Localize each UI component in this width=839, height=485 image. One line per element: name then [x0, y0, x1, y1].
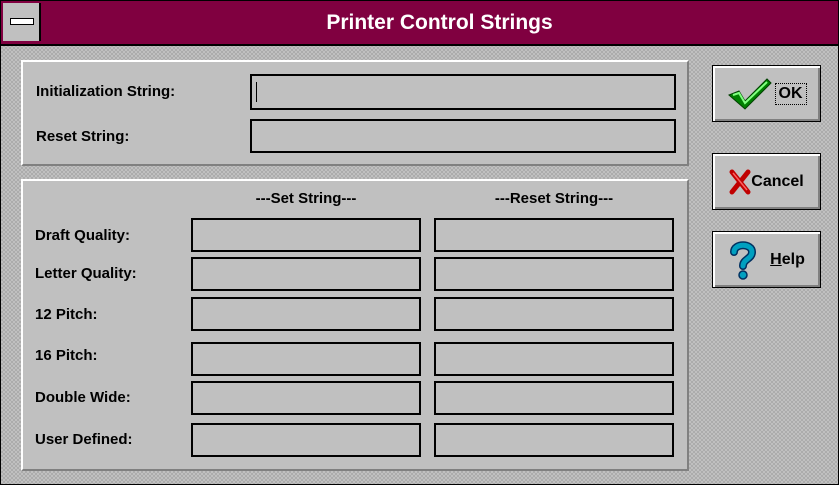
letter-quality-reset-field[interactable]	[434, 257, 674, 291]
draft-quality-reset-field[interactable]	[434, 218, 674, 252]
letter-quality-set-field[interactable]	[191, 257, 421, 291]
reset-string-field[interactable]	[250, 119, 676, 153]
16-pitch-label: 16 Pitch:	[35, 347, 98, 364]
text-caret	[256, 82, 257, 102]
12-pitch-set-field[interactable]	[191, 297, 421, 331]
system-menu-button[interactable]	[3, 3, 41, 41]
red-x-icon	[729, 169, 751, 194]
double-wide-label: Double Wide:	[35, 389, 131, 406]
init-string-label: Initialization String:	[36, 83, 176, 100]
cancel-button-label: Cancel	[751, 172, 804, 190]
user-defined-reset-field[interactable]	[434, 423, 674, 457]
reset-string-label: Reset String:	[36, 128, 130, 145]
draft-quality-set-field[interactable]	[191, 218, 421, 252]
set-string-header: ---Set String---	[255, 190, 357, 207]
reset-string-header: ---Reset String---	[494, 190, 614, 207]
init-reset-group: Initialization String: Reset String:	[21, 60, 689, 166]
question-mark-icon	[730, 240, 757, 280]
user-defined-label: User Defined:	[35, 431, 133, 448]
draft-quality-label: Draft Quality:	[35, 227, 131, 244]
double-wide-reset-field[interactable]	[434, 381, 674, 415]
checkmark-icon	[727, 77, 772, 110]
window-title: Printer Control Strings	[326, 11, 553, 34]
letter-quality-label: Letter Quality:	[35, 265, 137, 282]
system-menu-icon	[10, 18, 34, 25]
12-pitch-reset-field[interactable]	[434, 297, 674, 331]
help-label-rest: elp	[781, 250, 805, 268]
double-wide-set-field[interactable]	[191, 381, 421, 415]
16-pitch-reset-field[interactable]	[434, 342, 674, 376]
help-button-label: Help	[770, 251, 805, 269]
control-codes-group: ---Set String--- ---Reset String--- Draf…	[21, 179, 689, 471]
cancel-button[interactable]: Cancel	[712, 153, 821, 210]
title-bar: Printer Control Strings	[1, 1, 838, 46]
help-mnemonic: H	[770, 250, 782, 268]
16-pitch-set-field[interactable]	[191, 342, 421, 376]
dialog-window: Printer Control Strings Initialization S…	[0, 0, 839, 485]
12-pitch-label: 12 Pitch:	[35, 306, 98, 323]
ok-button-label: OK	[774, 82, 807, 105]
ok-button[interactable]: OK	[712, 65, 821, 122]
init-string-field[interactable]	[250, 74, 676, 110]
help-button[interactable]: Help	[712, 231, 821, 288]
user-defined-set-field[interactable]	[191, 423, 421, 457]
